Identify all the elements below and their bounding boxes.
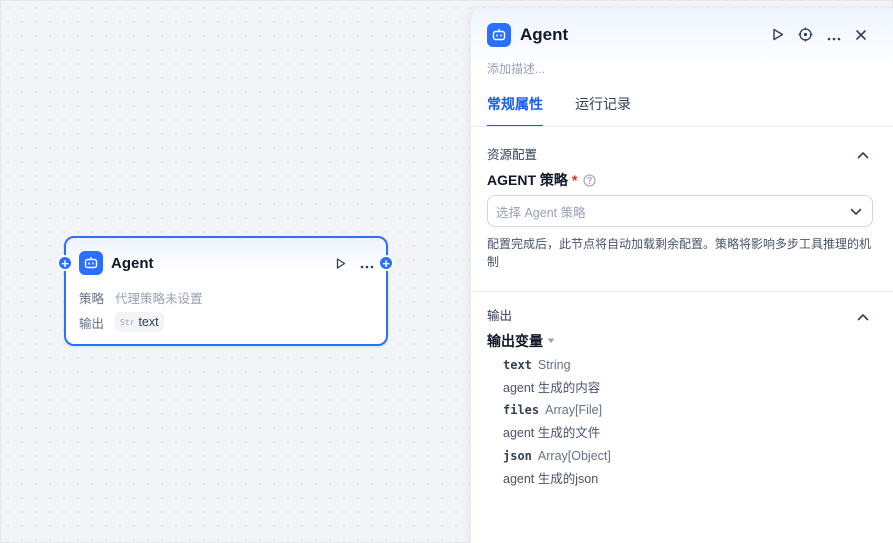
strategy-row: 策略 代理策略未设置 (79, 288, 203, 307)
panel-tabs: 常规属性 运行记录 (487, 94, 631, 127)
output-row: 输出 Str text (79, 312, 164, 332)
output-vars-toggle[interactable]: 输出变量 (487, 331, 555, 351)
output-var-item: files Array[File] agent 生成的文件 (503, 403, 602, 441)
run-node-icon[interactable] (336, 256, 346, 274)
agent-node[interactable]: Agent 策略 代理策略未设置 输出 Str text (64, 236, 388, 346)
tab-run-history[interactable]: 运行记录 (575, 94, 631, 127)
agent-strategy-label: AGENT 策略 * (487, 170, 596, 190)
resource-section-title: 资源配置 (487, 148, 538, 162)
description-input[interactable]: 添加描述... (487, 60, 545, 77)
select-placeholder: 选择 Agent 策略 (496, 205, 586, 220)
node-input-handle[interactable]: + (57, 255, 73, 271)
node-output-handle[interactable]: + (378, 255, 394, 271)
agent-strategy-select[interactable]: 选择 Agent 策略 (487, 195, 873, 227)
output-vars-label: 输出变量 (487, 333, 543, 349)
more-icon[interactable] (360, 256, 374, 274)
agent-icon (79, 251, 103, 275)
more-icon[interactable] (827, 28, 841, 46)
strategy-key: 策略 (79, 292, 105, 306)
node-title: Agent (111, 254, 154, 272)
required-mark: * (571, 172, 578, 188)
chevron-up-icon[interactable] (857, 308, 869, 326)
field-label-text: AGENT 策略 (487, 172, 568, 188)
close-icon[interactable] (855, 28, 867, 46)
var-type: String (537, 358, 571, 372)
strategy-value: 代理策略未设置 (115, 292, 203, 306)
var-type: Array[Object] (537, 449, 611, 463)
output-key: 输出 (79, 316, 105, 331)
strategy-hint: 配置完成后，此节点将自动加载剩余配置。策略将影响多步工具推理的机制 (487, 237, 872, 269)
panel-title[interactable]: Agent (520, 25, 568, 45)
var-name: files (503, 403, 540, 417)
node-settings-panel: Agent 添加描述... 常规属性 运行记录 资源配置 AGENT 策略 * … (470, 8, 893, 543)
caret-down-icon (547, 338, 555, 344)
chevron-up-icon[interactable] (857, 146, 869, 164)
agent-icon (487, 23, 511, 47)
output-section-title: 输出 (487, 309, 513, 323)
var-desc: agent 生成的内容 (503, 381, 601, 395)
output-var-chip: Str text (115, 312, 164, 332)
var-desc: agent 生成的json (503, 472, 599, 486)
tab-settings[interactable]: 常规属性 (487, 94, 543, 127)
var-name: text (138, 315, 159, 329)
var-type: Array[File] (545, 403, 603, 417)
output-var-item: json Array[Object] agent 生成的json (503, 449, 611, 487)
var-type-badge: Str (120, 317, 135, 327)
run-icon[interactable] (772, 28, 784, 46)
output-var-item: text String agent 生成的内容 (503, 358, 600, 396)
var-name: text (503, 358, 532, 372)
chevron-down-icon (850, 205, 862, 219)
var-desc: agent 生成的文件 (503, 426, 601, 440)
help-icon[interactable] (583, 173, 596, 187)
var-name: json (503, 449, 532, 463)
locate-icon[interactable] (798, 27, 813, 47)
